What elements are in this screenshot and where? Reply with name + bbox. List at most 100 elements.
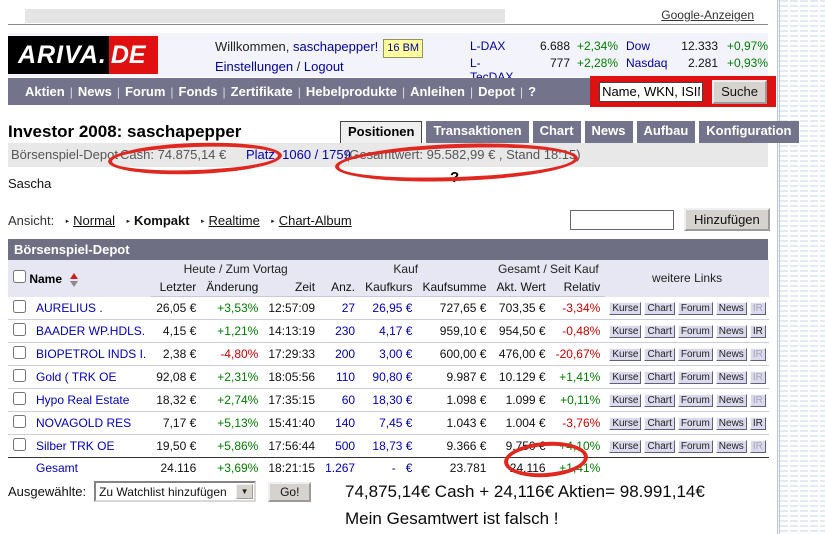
link-button-kurse[interactable]: Kurse — [609, 417, 641, 430]
stock-name-link[interactable]: Hypo Real Estate — [36, 393, 129, 407]
link-button-forum[interactable]: Forum — [678, 394, 713, 407]
link-button-news[interactable]: News — [716, 440, 747, 453]
view-option-link-normal[interactable]: Normal — [73, 213, 115, 228]
page-edge-pattern — [777, 0, 825, 534]
link-button-chart[interactable]: Chart — [644, 371, 674, 384]
col-header-aenderung: Änderung — [201, 278, 263, 297]
stock-name-link[interactable]: BAADER WP.HDLS. — [36, 324, 145, 338]
view-option-link-kompakt[interactable]: Kompakt — [134, 213, 190, 228]
link-button-news[interactable]: News — [716, 417, 747, 430]
google-ads-link[interactable]: Google-Anzeigen — [661, 8, 754, 22]
index-label[interactable]: L-TecDAX — [470, 56, 524, 73]
link-button-news[interactable]: News — [716, 302, 747, 315]
nav-item-forum[interactable]: Forum — [125, 84, 165, 99]
row-checkbox[interactable] — [13, 392, 26, 405]
nav-separator: | — [470, 85, 473, 99]
letzter-value: 92,08 € — [151, 365, 201, 388]
search-input[interactable] — [599, 82, 703, 102]
view-option-link-realtime[interactable]: Realtime — [209, 213, 260, 228]
logout-link[interactable]: Logout — [304, 59, 344, 74]
link-button-kurse[interactable]: Kurse — [609, 394, 641, 407]
row-checkbox[interactable] — [13, 438, 26, 451]
link-button-chart[interactable]: Chart — [644, 440, 674, 453]
index-label[interactable]: Nasdaq — [626, 56, 670, 73]
nav-separator: | — [520, 85, 523, 99]
col-header-kaufsumme: Kaufsumme — [417, 278, 491, 297]
row-checkbox[interactable] — [13, 346, 26, 359]
link-button-forum[interactable]: Forum — [678, 417, 713, 430]
add-button[interactable]: Hinzufügen — [684, 208, 770, 231]
link-button-ir[interactable]: IR — [750, 325, 766, 338]
link-button-news[interactable]: News — [716, 394, 747, 407]
link-button-news[interactable]: News — [716, 371, 747, 384]
kaufsumme-value: 600,00 € — [417, 342, 491, 365]
go-button[interactable]: Go! — [268, 482, 311, 502]
add-stock-input[interactable] — [570, 210, 674, 230]
settings-link[interactable]: Einstellungen — [215, 59, 293, 74]
bulk-action-label: Ausgewählte: — [8, 484, 86, 499]
annotation-line2: Mein Gesamtwert ist falsch ! — [345, 505, 705, 532]
link-button-forum[interactable]: Forum — [678, 348, 713, 361]
link-button-kurse[interactable]: Kurse — [609, 302, 641, 315]
tab-transaktionen[interactable]: Transaktionen — [426, 121, 528, 143]
row-checkbox[interactable] — [13, 415, 26, 428]
stock-name-link[interactable]: Silber TRK OE — [36, 439, 114, 453]
ariva-logo[interactable]: ARIVA. DE — [8, 36, 158, 74]
link-button-ir: IR — [750, 348, 766, 361]
link-button-forum[interactable]: Forum — [678, 440, 713, 453]
nav-item-fonds[interactable]: Fonds — [179, 84, 218, 99]
row-checkbox-cell — [8, 319, 31, 342]
stock-name-link[interactable]: BIOPETROL INDS I. — [36, 347, 146, 361]
link-button-forum[interactable]: Forum — [678, 302, 713, 315]
link-button-chart[interactable]: Chart — [644, 325, 674, 338]
rank-link[interactable]: Platz: 1060 / 1759 — [246, 147, 351, 162]
annotation-line1: 74,875,14€ Cash + 24,116€ Aktien= 98.991… — [345, 478, 705, 505]
link-button-chart[interactable]: Chart — [644, 417, 674, 430]
link-button-chart[interactable]: Chart — [644, 348, 674, 361]
sort-up-icon[interactable] — [70, 273, 78, 279]
link-button-forum[interactable]: Forum — [678, 325, 713, 338]
link-button-ir[interactable]: IR — [750, 417, 766, 430]
tab-news[interactable]: News — [585, 121, 633, 143]
index-label[interactable]: L-DAX — [470, 39, 524, 56]
group-header-kauf: Kauf — [320, 260, 491, 278]
view-option-link-chart-album[interactable]: Chart-Album — [279, 213, 352, 228]
tab-positionen[interactable]: Positionen — [340, 121, 422, 143]
link-button-chart[interactable]: Chart — [644, 302, 674, 315]
bullet-arrow-icon: ‣ — [200, 217, 206, 228]
row-checkbox[interactable] — [13, 369, 26, 382]
stock-name-link[interactable]: Gold ( TRK OE — [36, 370, 116, 384]
sort-down-icon[interactable] — [70, 281, 78, 287]
link-button-news[interactable]: News — [716, 325, 747, 338]
tab-konfiguration[interactable]: Konfiguration — [699, 121, 798, 143]
index-label[interactable]: Dow — [626, 39, 670, 56]
link-button-kurse[interactable]: Kurse — [609, 348, 641, 361]
nav-item-hebelprodukte[interactable]: Hebelprodukte — [306, 84, 397, 99]
nav-item-aktien[interactable]: Aktien — [25, 84, 65, 99]
search-button[interactable]: Suche — [712, 80, 767, 104]
select-all-checkbox[interactable] — [13, 270, 26, 283]
bulk-action-select[interactable]: Zu Watchlist hinzufügen ▼ — [94, 481, 256, 502]
nav-item-news[interactable]: News — [78, 84, 112, 99]
bm-badge[interactable]: 16 BM — [383, 39, 423, 58]
stock-name-link[interactable]: NOVAGOLD RES — [36, 416, 131, 430]
link-button-chart[interactable]: Chart — [644, 394, 674, 407]
tab-aufbau[interactable]: Aufbau — [637, 121, 696, 143]
nav-item-zertifikate[interactable]: Zertifikate — [231, 84, 293, 99]
stock-name-link[interactable]: AURELIUS . — [36, 301, 103, 315]
select-dropdown-icon[interactable]: ▼ — [236, 484, 253, 499]
row-checkbox[interactable] — [13, 323, 26, 336]
row-links-cell: KurseChart ForumNewsIR — [605, 319, 769, 342]
tab-chart[interactable]: Chart — [533, 121, 581, 143]
link-button-kurse[interactable]: Kurse — [609, 325, 641, 338]
nav-item-item[interactable]: ? — [528, 84, 536, 99]
nav-item-anleihen[interactable]: Anleihen — [410, 84, 465, 99]
link-button-kurse[interactable]: Kurse — [609, 371, 641, 384]
username-link[interactable]: saschapepper! — [293, 39, 378, 54]
link-button-kurse[interactable]: Kurse — [609, 440, 641, 453]
sort-arrows[interactable] — [70, 273, 78, 287]
row-checkbox[interactable] — [13, 300, 26, 313]
link-button-forum[interactable]: Forum — [678, 371, 713, 384]
nav-item-depot[interactable]: Depot — [478, 84, 515, 99]
link-button-news[interactable]: News — [716, 348, 747, 361]
